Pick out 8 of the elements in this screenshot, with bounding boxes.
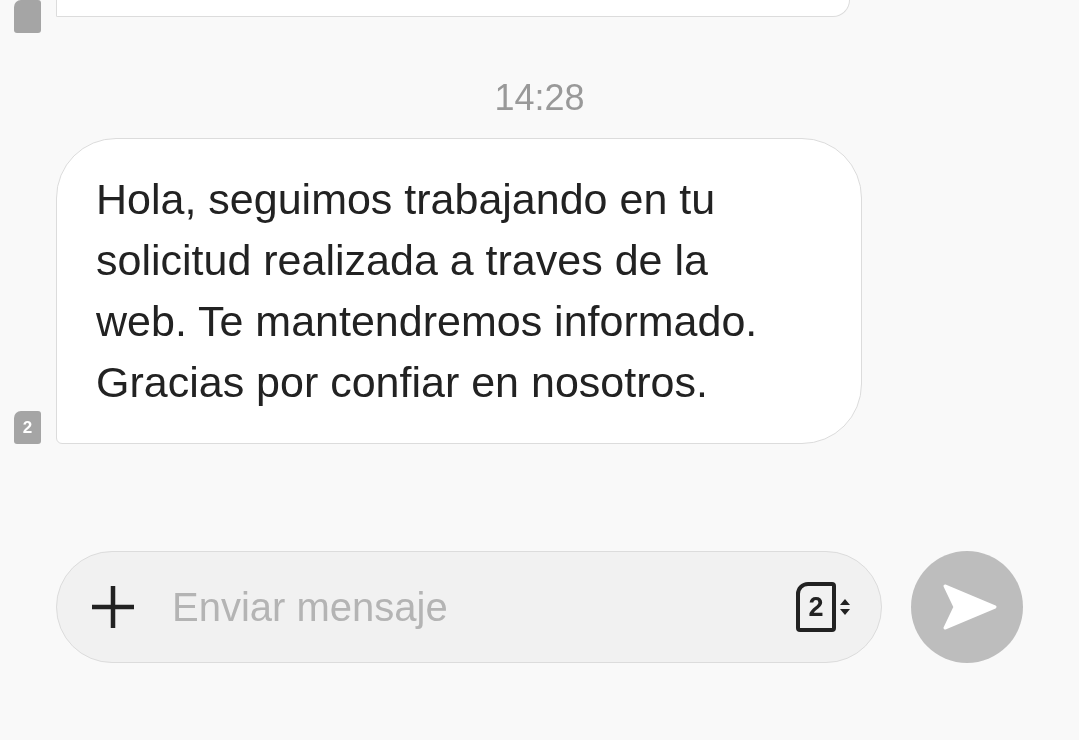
add-icon[interactable] [90, 584, 136, 630]
sim-badge-icon [14, 0, 41, 33]
message-text: Hola, seguimos trabajando en tu solicitud realizada a traves de la web. Te mantendremos informado. Gracias por confiar en nosotros. [96, 174, 759, 408]
timestamp: 14:28 [493, 78, 586, 118]
sim-badge: 2 [14, 411, 41, 444]
send-icon [943, 584, 997, 630]
up-down-icon [839, 597, 851, 617]
message-input[interactable]: Enviar mensaje 2 [56, 551, 882, 663]
